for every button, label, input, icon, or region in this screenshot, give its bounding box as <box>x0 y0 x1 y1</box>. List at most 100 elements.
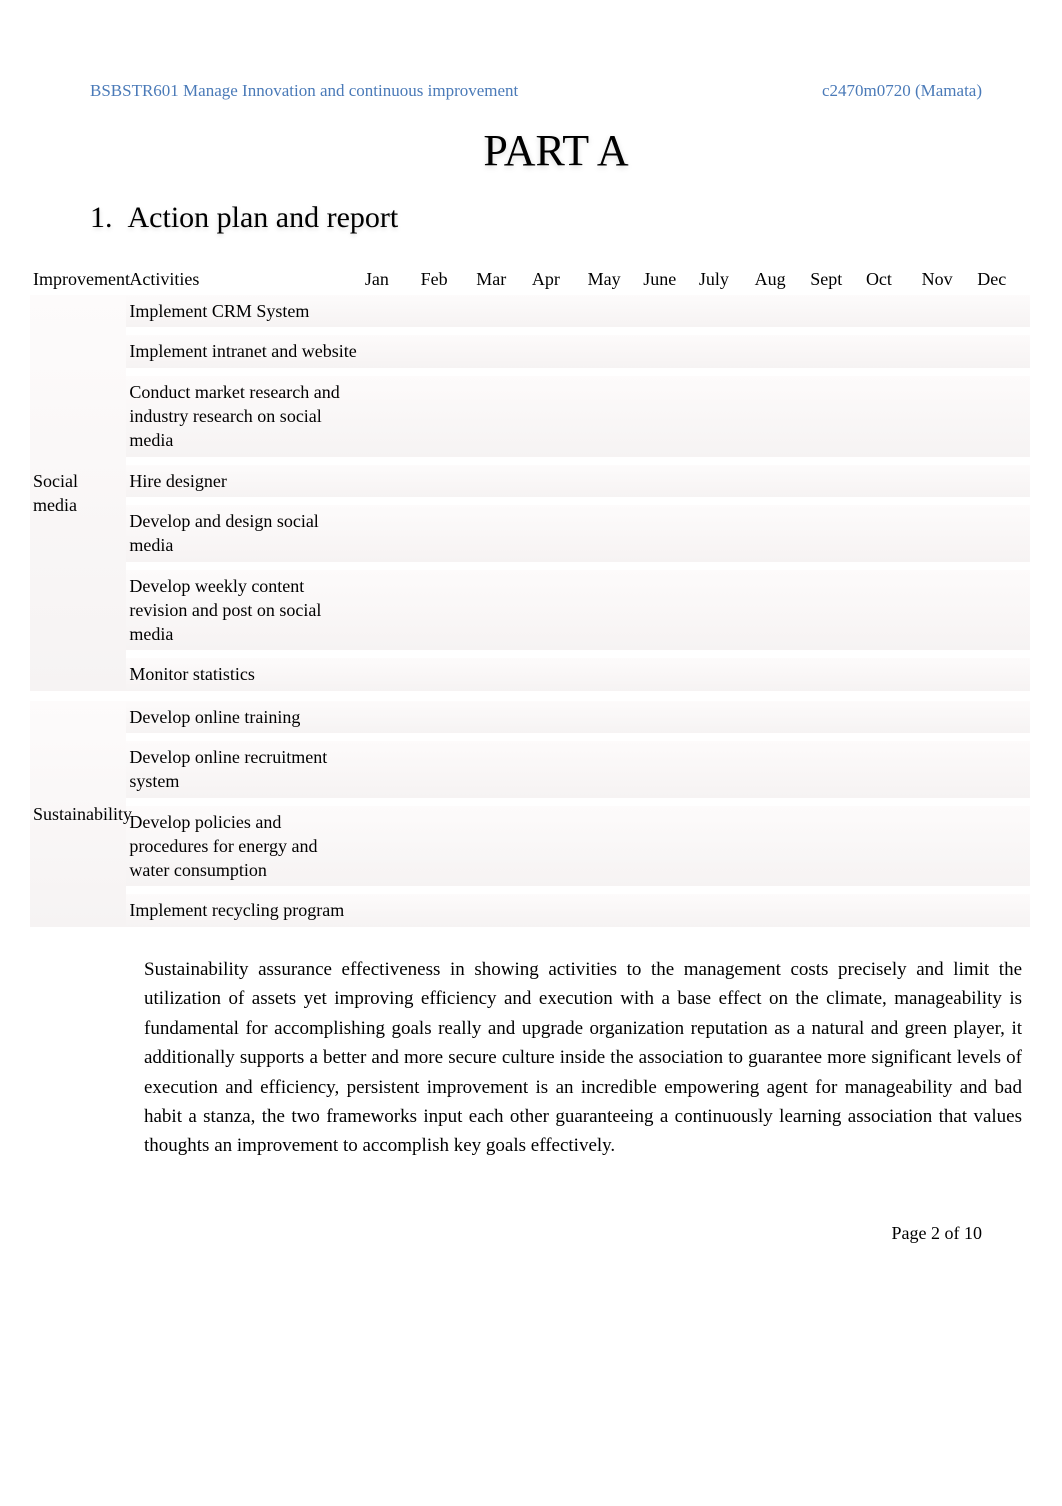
month-cell <box>473 701 529 733</box>
month-cell <box>418 376 474 457</box>
month-cell <box>418 701 474 733</box>
month-cell <box>362 894 418 926</box>
month-cell <box>640 505 696 562</box>
section-number: 1. <box>90 201 113 234</box>
month-cell <box>418 570 474 651</box>
activity-cell: Conduct market research and industry res… <box>126 376 362 457</box>
month-cell <box>362 701 418 733</box>
month-cell <box>529 465 585 497</box>
month-cell <box>640 570 696 651</box>
col-improvement: Improvement <box>30 263 126 295</box>
month-cell <box>585 701 641 733</box>
month-cell <box>473 295 529 327</box>
col-month: June <box>640 263 696 295</box>
month-cell <box>585 570 641 651</box>
activity-cell: Develop policies and procedures for ener… <box>126 806 362 887</box>
month-cell <box>529 741 585 798</box>
month-cell <box>807 701 863 733</box>
month-cell <box>752 465 808 497</box>
col-month: Dec <box>974 263 1030 295</box>
month-cell <box>585 465 641 497</box>
improvement-cell: Social media <box>30 295 126 691</box>
month-cell <box>473 335 529 367</box>
month-cell <box>863 376 919 457</box>
activity-cell: Hire designer <box>126 465 362 497</box>
month-cell <box>362 658 418 690</box>
month-cell <box>974 701 1030 733</box>
month-cell <box>418 335 474 367</box>
month-cell <box>974 335 1030 367</box>
month-cell <box>585 894 641 926</box>
page-label: Page <box>892 1223 927 1243</box>
table-row: Implement intranet and website <box>30 335 1030 367</box>
month-cell <box>863 806 919 887</box>
section-heading: 1. Action plan and report <box>90 198 1022 239</box>
col-month: Feb <box>418 263 474 295</box>
month-cell <box>640 376 696 457</box>
course-code: BSBSTR601 Manage Innovation and continuo… <box>90 80 518 103</box>
month-cell <box>863 741 919 798</box>
month-cell <box>362 335 418 367</box>
section-title-text: Action plan and report <box>128 201 399 234</box>
month-cell <box>752 335 808 367</box>
month-cell <box>585 295 641 327</box>
col-activities: Activities <box>126 263 362 295</box>
month-cell <box>473 376 529 457</box>
month-cell <box>640 658 696 690</box>
month-cell <box>418 894 474 926</box>
activity-cell: Develop and design social media <box>126 505 362 562</box>
col-month: Jan <box>362 263 418 295</box>
month-cell <box>752 570 808 651</box>
month-cell <box>919 894 975 926</box>
month-cell <box>863 570 919 651</box>
month-cell <box>585 505 641 562</box>
student-id: c2470m0720 (Mamata) <box>822 80 982 103</box>
page-current: 2 <box>931 1223 940 1243</box>
month-cell <box>807 465 863 497</box>
month-cell <box>473 806 529 887</box>
month-cell <box>863 701 919 733</box>
month-cell <box>752 806 808 887</box>
month-cell <box>640 806 696 887</box>
month-cell <box>974 806 1030 887</box>
month-cell <box>362 806 418 887</box>
month-cell <box>529 295 585 327</box>
col-month: Aug <box>752 263 808 295</box>
month-cell <box>752 376 808 457</box>
col-month: Sept <box>807 263 863 295</box>
col-month: May <box>585 263 641 295</box>
month-cell <box>696 570 752 651</box>
month-cell <box>919 701 975 733</box>
month-cell <box>974 894 1030 926</box>
col-month: Apr <box>529 263 585 295</box>
month-cell <box>696 658 752 690</box>
month-cell <box>529 505 585 562</box>
month-cell <box>807 806 863 887</box>
month-cell <box>473 570 529 651</box>
table-row: Implement recycling program <box>30 894 1030 926</box>
activity-cell: Implement recycling program <box>126 894 362 926</box>
month-cell <box>473 658 529 690</box>
month-cell <box>362 465 418 497</box>
month-cell <box>362 505 418 562</box>
month-cell <box>418 465 474 497</box>
month-cell <box>473 894 529 926</box>
month-cell <box>974 376 1030 457</box>
month-cell <box>807 741 863 798</box>
month-cell <box>919 806 975 887</box>
paragraph-text: Sustainability assurance effectiveness i… <box>144 959 1022 1157</box>
month-cell <box>696 806 752 887</box>
month-cell <box>696 701 752 733</box>
table-row: Develop weekly content revision and post… <box>30 570 1030 651</box>
month-cell <box>418 658 474 690</box>
activity-cell: Develop online recruitment system <box>126 741 362 798</box>
month-cell <box>473 741 529 798</box>
month-cell <box>919 658 975 690</box>
month-cell <box>752 894 808 926</box>
month-cell <box>696 335 752 367</box>
col-month: Mar <box>473 263 529 295</box>
month-cell <box>529 658 585 690</box>
month-cell <box>863 295 919 327</box>
month-cell <box>418 505 474 562</box>
month-cell <box>919 741 975 798</box>
